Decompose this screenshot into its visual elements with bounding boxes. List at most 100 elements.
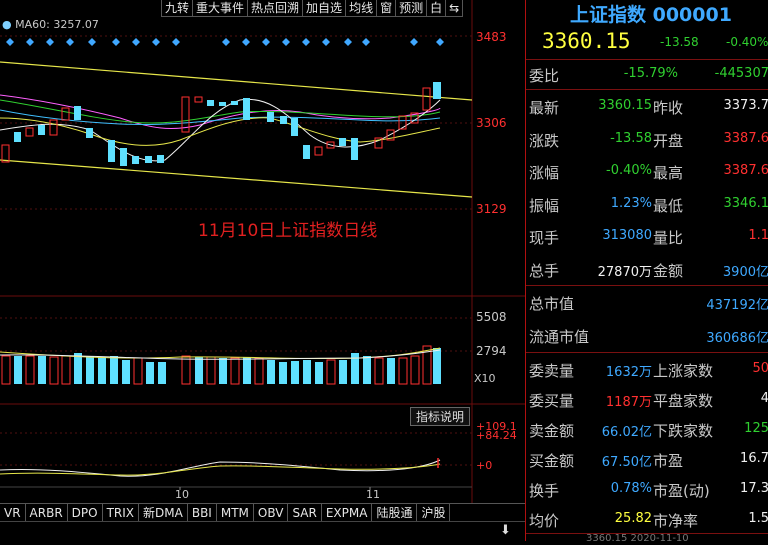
major-events-button[interactable]: 重大事件 [192, 0, 248, 17]
hotspot-review-button[interactable]: 热点回溯 [247, 0, 303, 17]
quote-label-2: 最低 [653, 195, 683, 216]
date-label-oct: 10 [175, 488, 189, 501]
index-title: 上证指数 000001 [570, 0, 732, 27]
kline-chart-svg[interactable]: 3483 3306 3129 5508 2794 X10 +109.1 +84.… [0, 0, 525, 541]
ma-line-white [0, 99, 440, 161]
indicator-axis-3: +0 [476, 459, 492, 472]
float-cap-row: 流通市值 360686亿 [526, 320, 768, 350]
weibi-row: 委比 -15.79% -445307 [526, 59, 768, 89]
quote-label: 涨跌 [529, 130, 559, 151]
quote-value-2: 125 [744, 421, 768, 436]
tab-expma[interactable]: EXPMA [322, 504, 373, 522]
quote-row: 均价 25.82市净率 1.5 [526, 504, 768, 534]
date-label-nov: 11 [366, 488, 380, 501]
indicator-line-yellow [0, 464, 440, 475]
chart-toolbar: 九转 重大事件 热点回溯 加自选 均线 窗 预测 白 ⇆ [162, 0, 463, 17]
quote-row: 振幅1.23%最低3346.1 [526, 189, 768, 219]
moving-average-button[interactable]: 均线 [345, 0, 377, 17]
trend-channel-upper [0, 62, 472, 100]
quote-label-2: 昨收 [653, 97, 683, 118]
ma-line-yellow [0, 118, 440, 146]
jiuzhuan-button[interactable]: 九转 [161, 0, 193, 17]
quote-row: 买金额67.50亿市盈16.7 [526, 444, 768, 474]
price-axis-mid: 3306 [476, 116, 507, 130]
switch-icon[interactable]: ⇆ [445, 0, 463, 17]
quote-value: 0.78% [611, 481, 652, 496]
quote-value-2: 1.5 [748, 511, 768, 526]
quote-label-2: 市盈 [653, 450, 683, 471]
tab-hugutong[interactable]: 沪股 [417, 504, 450, 522]
market-cap-row: 总市值 437192亿 [526, 287, 768, 317]
white-theme-button[interactable]: 白 [426, 0, 446, 17]
volume-axis-unit: X10 [474, 372, 496, 385]
quote-row: 委买量1187万平盘家数4 [526, 384, 768, 414]
indicator-axis-2: +84.24 [476, 429, 517, 442]
tab-arbr[interactable]: ARBR [26, 504, 68, 522]
quote-label: 最新 [529, 97, 559, 118]
download-icon[interactable]: ⬇ [500, 523, 514, 539]
weibi-value: -445307 [715, 66, 768, 81]
ma-legend: ● MA60: 3257.07 [2, 18, 99, 31]
quote-value-2: 3387.6 [724, 131, 768, 146]
price-change: -13.58 [660, 35, 699, 49]
tab-obv[interactable]: OBV [254, 504, 289, 522]
quote-value-2: 3387.6 [724, 163, 768, 178]
quote-label: 卖金额 [529, 420, 574, 441]
quote-value-2: 3346.1 [724, 196, 768, 211]
quote-value: 25.82 [615, 511, 652, 526]
quote-panel: 上证指数 000001 3360.15 -13.58 -0.40% 委比 -15… [525, 0, 768, 541]
quote-label-2: 市净率 [653, 510, 698, 531]
price-axis-top: 3483 [476, 30, 507, 44]
quote-value: 313080 [602, 228, 652, 243]
ma60-label: MA60: 3257.07 [15, 18, 99, 31]
quote-label: 均价 [529, 510, 559, 531]
quote-label: 委买量 [529, 390, 574, 411]
quote-value-2: 1.1 [748, 228, 768, 243]
quote-value: 66.02亿 [602, 421, 652, 440]
event-markers[interactable] [6, 38, 444, 46]
footer-quote: 3360.15 2020-11-10 [586, 533, 689, 544]
tab-mtm[interactable]: MTM [217, 504, 254, 522]
tab-trix[interactable]: TRIX [103, 504, 139, 522]
quote-row: 总手27870万金额3900亿 [526, 254, 768, 284]
chart-caption: 11月10日上证指数日线 [198, 216, 377, 241]
quote-value-2: 17.3 [740, 481, 768, 496]
quote-label-2: 开盘 [653, 130, 683, 151]
quote-value: 67.50亿 [602, 451, 652, 470]
quote-value-2: 50 [752, 361, 768, 376]
quote-row: 换手 0.78%市盈(动) 17.3 [526, 474, 768, 504]
quote-label-2: 下跌家数 [653, 420, 713, 441]
quote-row: 委卖量 1632万上涨家数 50 [526, 354, 768, 384]
horizontal-scrollbar[interactable] [0, 521, 525, 542]
quote-row: 涨跌-13.58开盘3387.6 [526, 124, 768, 154]
tab-dpo[interactable]: DPO [68, 504, 103, 522]
quote-value: 1632万 [606, 361, 652, 380]
quote-label-2: 市盈(动) [653, 480, 710, 501]
float-cap-value: 360686亿 [706, 327, 768, 346]
tab-vr[interactable]: VR [0, 504, 26, 522]
market-cap-value: 437192亿 [706, 294, 768, 313]
quote-value-2: 3373.7 [724, 98, 768, 113]
tab-sar[interactable]: SAR [288, 504, 321, 522]
quote-label-2: 上涨家数 [653, 360, 713, 381]
tab-bbi[interactable]: BBI [188, 504, 217, 522]
volume-axis-mid: 2794 [476, 344, 507, 358]
quote-row: 最新 3360.15昨收 3373.7 [526, 91, 768, 121]
quote-value: 3360.15 [598, 98, 652, 113]
quote-value-2: 16.7 [740, 451, 768, 466]
tab-new-dma[interactable]: 新DMA [139, 504, 188, 522]
window-button[interactable]: 窗 [376, 0, 396, 17]
quote-label-2: 量比 [653, 227, 683, 248]
kline-chart-area[interactable]: 3483 3306 3129 5508 2794 X10 +109.1 +84.… [0, 0, 525, 541]
forecast-button[interactable]: 预测 [395, 0, 427, 17]
quote-value: 1.23% [611, 196, 652, 211]
add-watchlist-button[interactable]: 加自选 [302, 0, 346, 17]
indicator-help-button[interactable]: 指标说明 [410, 407, 470, 426]
current-price: 3360.15 [542, 29, 631, 53]
tab-lugutong[interactable]: 陆股通 [372, 504, 417, 522]
quote-label: 换手 [529, 480, 559, 501]
weibi-label: 委比 [529, 65, 559, 86]
quote-label-2: 金额 [653, 260, 683, 281]
quote-label-2: 平盘家数 [653, 390, 713, 411]
quote-label: 委卖量 [529, 360, 574, 381]
